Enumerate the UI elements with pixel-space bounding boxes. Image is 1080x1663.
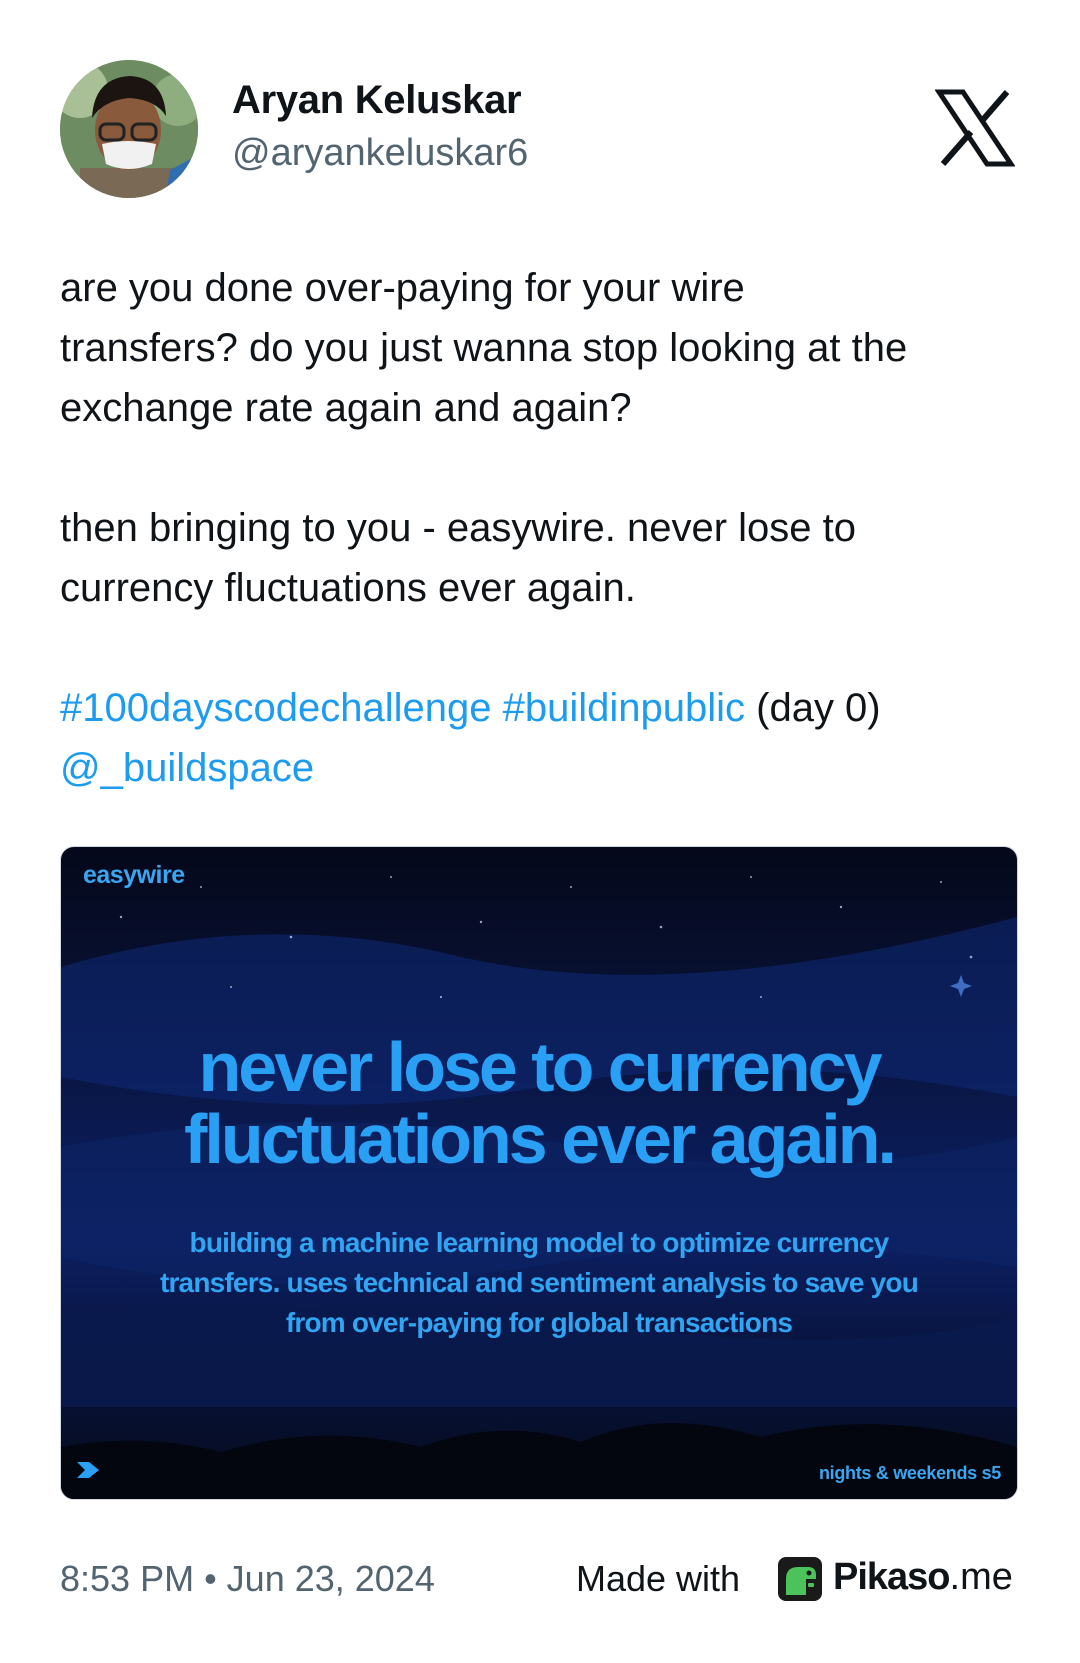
tweet-line: transfers? do you just wanna stop lookin…: [60, 326, 908, 370]
author-handle[interactable]: @aryankeluskar6: [232, 132, 528, 175]
media-subtitle-line: transfers. uses technical and sentiment …: [159, 1267, 919, 1298]
hashtag-link[interactable]: #100dayscodechallenge: [60, 686, 491, 730]
media-headline: never lose to currency: [198, 1028, 883, 1106]
tweet-media-image[interactable]: easywire never lose to currency fluctuat…: [60, 846, 1018, 1500]
tweet-timestamp[interactable]: 8:53 PM • Jun 23, 2024: [60, 1558, 435, 1600]
avatar[interactable]: [60, 60, 198, 198]
tweet-line: exchange rate again and again?: [60, 386, 632, 430]
pikaso-brand-bold: Pikaso: [833, 1556, 951, 1598]
pikaso-dino-icon: [778, 1557, 822, 1601]
media-subtitle-line: from over-paying for global transactions: [285, 1307, 793, 1338]
media-footer-label: nights & weekends s5: [818, 1463, 1001, 1483]
day-text: (day 0): [756, 686, 881, 730]
media-subtitle-line: building a machine learning model to opt…: [189, 1227, 890, 1258]
media-headline: fluctuations ever again.: [184, 1100, 897, 1178]
x-logo-icon[interactable]: [935, 88, 1015, 168]
tweet-line: currency fluctuations ever again.: [60, 566, 636, 610]
mention-link[interactable]: @_buildspace: [60, 746, 314, 790]
buildspace-logo-icon: [77, 1462, 99, 1478]
media-brand: easywire: [83, 861, 185, 889]
author-name[interactable]: Aryan Keluskar: [232, 78, 522, 123]
avatar-photo: [60, 60, 198, 198]
tweet-line: then bringing to you - easywire. never l…: [60, 506, 856, 550]
tweet-card: Aryan Keluskar @aryankeluskar6 are you d…: [0, 0, 1080, 1663]
pikaso-brand[interactable]: Pikaso.me: [833, 1556, 1013, 1599]
media-subtitle: building a machine learning model to opt…: [61, 1223, 1017, 1343]
tweet-line: are you done over-paying for your wire: [60, 266, 745, 310]
tweet-text: are you done over-paying for your wire t…: [60, 258, 1020, 798]
hashtag-link[interactable]: #buildinpublic: [503, 686, 745, 730]
pikaso-brand-suffix: .me: [949, 1556, 1013, 1598]
made-with-label: Made with: [576, 1558, 741, 1599]
tweet-tags-line: #100dayscodechallenge #buildinpublic (da…: [60, 678, 1020, 738]
